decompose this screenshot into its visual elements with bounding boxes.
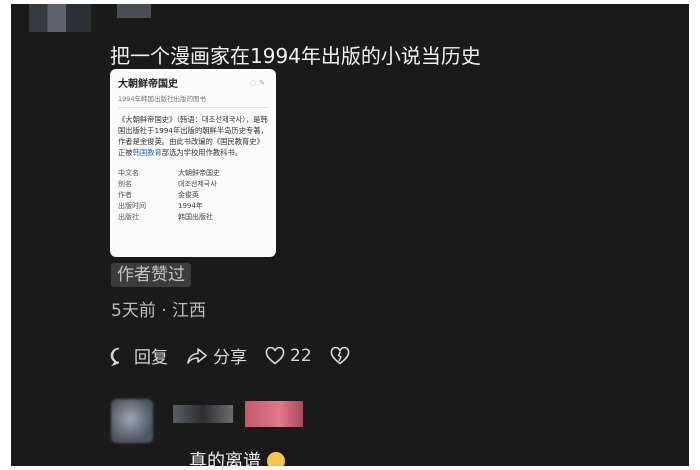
info-row: 出版社 韩国出版社: [118, 213, 213, 221]
card-share-icon: ◌✎: [250, 78, 268, 87]
share-icon: [187, 347, 207, 364]
dislike-button[interactable]: [330, 346, 355, 365]
card-link[interactable]: 韩国教育: [133, 148, 162, 157]
post-title: 把一个漫画家在1994年出版的小说当历史: [110, 44, 481, 68]
pixelated-badge: [245, 401, 303, 427]
reply-label: 回复: [134, 348, 168, 368]
card-info-table: 中文名 大朝鲜帝国史 别名 대조선제국사 作者 金俊英 出版时间 1994年 出版社 韩国…: [118, 168, 268, 223]
post-meta: 5天前 · 江西: [111, 301, 207, 321]
author-liked-badge: 作者赞过: [111, 263, 191, 287]
like-count: 22: [290, 345, 312, 366]
like-button[interactable]: 22: [265, 346, 312, 366]
info-row: 别名 대조선제국사: [118, 180, 217, 188]
laugh-emoji-icon: [267, 452, 285, 466]
pixelated-avatar: [29, 4, 91, 32]
action-bar: 回复 分享 22: [109, 343, 373, 368]
screenshot-frame: 把一个漫画家在1994年出版的小说当历史 大朝鲜帝国史 ◌✎ 1994年韩国出版…: [11, 4, 689, 466]
reply-icon: [110, 347, 120, 366]
info-row: 出版时间 1994年: [118, 202, 203, 210]
post-image-thumbnail[interactable]: 大朝鲜帝国史 ◌✎ 1994年韩国出版社出版的图书 《大朝鲜帝国史》（韩语：대조…: [110, 69, 276, 257]
pixelated-username: [117, 4, 151, 18]
info-row: 作者 金俊英: [118, 191, 199, 199]
share-button[interactable]: 分享: [186, 343, 247, 368]
reply-button[interactable]: 回复: [109, 343, 168, 368]
card-subtitle: 1994年韩国出版社出版的图书: [118, 93, 268, 108]
info-row: 中文名 大朝鲜帝国史: [118, 169, 220, 177]
card-title: 大朝鲜帝国史: [118, 79, 178, 90]
card-description: 《大朝鲜帝国史》（韩语：대조선제국사），是韩国出版社于1994年出版的朝鲜半岛历…: [118, 115, 268, 157]
dislike-icon: [330, 346, 349, 365]
share-label: 分享: [213, 348, 247, 368]
heart-icon: [265, 346, 285, 365]
avatar[interactable]: [111, 399, 153, 443]
comment-text: 真的离谱: [189, 447, 285, 466]
pixelated-username: [173, 405, 233, 423]
